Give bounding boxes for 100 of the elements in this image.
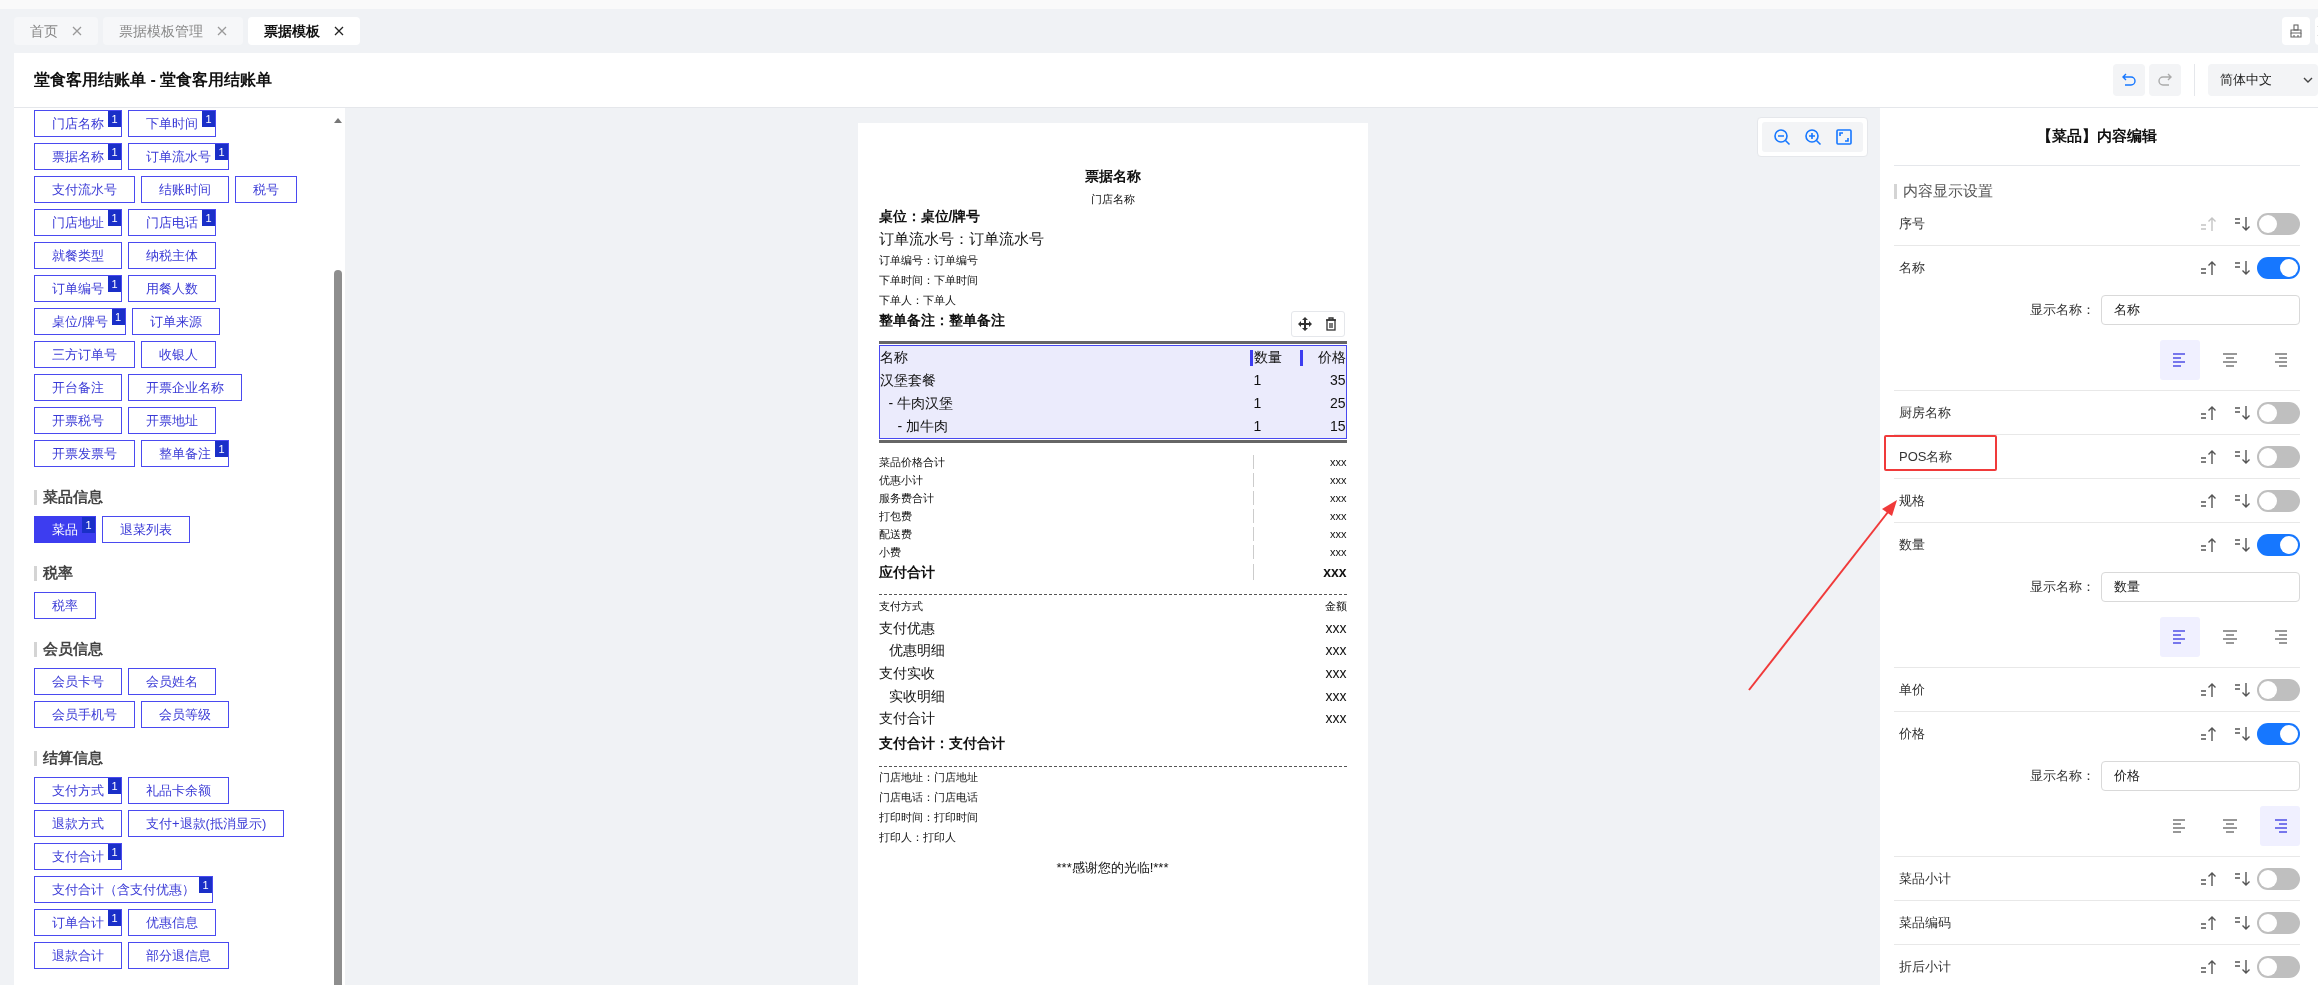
tag-button[interactable]: 退款方式 bbox=[34, 810, 122, 837]
tag-button[interactable]: 票据名称 1 bbox=[34, 143, 122, 170]
toggle-switch[interactable] bbox=[2257, 911, 2300, 934]
toggle-switch[interactable] bbox=[2257, 533, 2300, 556]
tab[interactable]: 首页 bbox=[14, 17, 98, 45]
tag-button[interactable]: 开票发票号 bbox=[34, 440, 135, 467]
tag-button[interactable]: 支付+退款(抵消显示) bbox=[128, 810, 285, 837]
receipt-line: 打印人：打印人 bbox=[878, 829, 957, 845]
toggle-switch[interactable] bbox=[2257, 722, 2300, 745]
align-left-button[interactable] bbox=[2160, 340, 2200, 380]
toggle-switch[interactable] bbox=[2257, 445, 2300, 468]
receipt-line: 订单流水号：订单流水号 bbox=[878, 229, 1044, 249]
summary-label: 应付合计 bbox=[878, 562, 936, 582]
display-name-field[interactable]: 价格 bbox=[2101, 761, 2300, 791]
field-label: 序号 bbox=[1899, 214, 1925, 233]
move-icon[interactable] bbox=[1298, 317, 1312, 331]
tag-button[interactable]: 退款合计 bbox=[34, 942, 122, 969]
payment-label: 支付优惠 bbox=[878, 618, 935, 638]
column-handle[interactable] bbox=[1299, 349, 1303, 366]
display-name-field[interactable]: 数量 bbox=[2101, 572, 2300, 602]
tag-button[interactable]: 会员等级 bbox=[141, 701, 229, 728]
tag-button[interactable]: 支付流水号 bbox=[34, 176, 135, 203]
display-name-field[interactable]: 名称 bbox=[2101, 295, 2300, 325]
scroll-up-icon[interactable] bbox=[334, 118, 342, 123]
field-label: 厨房名称 bbox=[1899, 403, 1951, 422]
field-label: 单价 bbox=[1899, 680, 1925, 699]
tag-button[interactable]: 三方订单号 bbox=[34, 341, 135, 368]
tag-button[interactable]: 税率 bbox=[34, 592, 96, 619]
tag-button[interactable]: 订单流水号 1 bbox=[128, 143, 229, 170]
group-title: 菜品信息 bbox=[43, 486, 103, 507]
tag-button[interactable]: 部分退信息 bbox=[128, 942, 229, 969]
tag-button[interactable]: 支付合计（含支付优惠） 1 bbox=[34, 876, 213, 903]
tag-button[interactable]: 会员手机号 bbox=[34, 701, 135, 728]
close-icon[interactable] bbox=[334, 26, 344, 36]
tag-button[interactable]: 菜品 1 bbox=[34, 516, 96, 543]
tag-button[interactable]: 优惠信息 bbox=[128, 909, 216, 936]
toggle-switch[interactable] bbox=[2257, 678, 2300, 701]
tag-button[interactable]: 开票税号 bbox=[34, 407, 122, 434]
tag-button[interactable]: 结账时间 bbox=[141, 176, 229, 203]
zoom-out-icon[interactable] bbox=[1772, 128, 1791, 146]
count-badge: 1 bbox=[108, 144, 121, 160]
scrollbar-thumb[interactable] bbox=[334, 270, 342, 985]
tag-button[interactable]: 订单来源 bbox=[131, 308, 220, 335]
tag-button[interactable]: 用餐人数 bbox=[128, 275, 216, 302]
count-badge: 1 bbox=[215, 441, 228, 457]
tag-button[interactable]: 支付合计 1 bbox=[34, 843, 122, 870]
align-left-button[interactable] bbox=[2160, 617, 2200, 657]
toggle-switch[interactable] bbox=[2257, 867, 2300, 890]
tag-button[interactable]: 订单编号 1 bbox=[34, 275, 122, 302]
summary-value: xxx bbox=[1330, 508, 1347, 524]
tag-button[interactable]: 就餐类型 bbox=[34, 242, 122, 269]
tag-button[interactable]: 纳税主体 bbox=[128, 242, 216, 269]
receipt-line: 下单人：下单人 bbox=[878, 293, 956, 308]
tag-button[interactable]: 门店电话 1 bbox=[128, 209, 216, 236]
zoom-in-icon[interactable] bbox=[1803, 128, 1822, 146]
tag-button[interactable]: 门店名称 1 bbox=[34, 110, 122, 137]
group-title: 结算信息 bbox=[43, 747, 103, 768]
tab[interactable]: 票据模板 bbox=[248, 17, 360, 45]
tag-button[interactable]: 桌位/牌号 1 bbox=[34, 308, 126, 335]
summary-label: 优惠小计 bbox=[878, 472, 924, 488]
column-header: 价格 bbox=[1317, 348, 1346, 367]
toggle-switch[interactable] bbox=[2257, 212, 2300, 235]
tag-button[interactable]: 会员卡号 bbox=[34, 668, 122, 695]
count-badge: 1 bbox=[108, 910, 121, 926]
column-header: 名称 bbox=[879, 348, 909, 367]
tag-button[interactable]: 订单合计 1 bbox=[34, 909, 122, 936]
tag-button[interactable]: 支付方式 1 bbox=[34, 777, 122, 804]
toggle-switch[interactable] bbox=[2257, 489, 2300, 512]
tag-button[interactable]: 开票地址 bbox=[128, 407, 216, 434]
field-label: 显示名称： bbox=[2030, 767, 2095, 786]
tag-button[interactable]: 门店地址 1 bbox=[34, 209, 122, 236]
dish-table[interactable]: 名称 数量 价格 汉堡套餐 1 35 - 牛肉汉堡 1 25 - 加牛肉 1 15 bbox=[878, 345, 1347, 439]
summary-value: xxx bbox=[1330, 526, 1347, 542]
tag-button[interactable]: 税号 bbox=[235, 176, 297, 203]
undo-button[interactable] bbox=[2113, 64, 2145, 96]
tag-button[interactable]: 开台备注 bbox=[34, 374, 122, 401]
align-center-icon bbox=[2220, 350, 2240, 370]
tag-button[interactable]: 退菜列表 bbox=[102, 516, 190, 543]
tag-button[interactable]: 会员姓名 bbox=[128, 668, 216, 695]
delete-icon[interactable] bbox=[1325, 317, 1337, 331]
tag-button[interactable]: 收银人 bbox=[141, 341, 216, 368]
toggle-switch[interactable] bbox=[2257, 256, 2300, 279]
tag-button[interactable]: 开票企业名称 bbox=[128, 374, 242, 401]
toggle-switch[interactable] bbox=[2257, 401, 2300, 424]
summary-label: 配送费 bbox=[878, 526, 913, 542]
field-label: 菜品编码 bbox=[1899, 913, 1951, 932]
summary-value: xxx bbox=[1323, 562, 1347, 582]
fit-screen-icon[interactable] bbox=[1834, 128, 1853, 146]
align-right-button[interactable] bbox=[2260, 806, 2300, 846]
count-badge: 1 bbox=[108, 844, 121, 860]
tag-button[interactable]: 整单备注 1 bbox=[141, 440, 229, 467]
undo-icon bbox=[2121, 72, 2137, 88]
tag-button[interactable]: 礼品卡余额 bbox=[128, 777, 229, 804]
language-select[interactable]: 简体中文 bbox=[2208, 64, 2318, 96]
brush-button[interactable] bbox=[2282, 17, 2310, 45]
payment-header: 支付方式 bbox=[878, 598, 923, 614]
column-handle[interactable] bbox=[1249, 349, 1253, 366]
tag-button[interactable]: 下单时间 1 bbox=[128, 110, 216, 137]
brush-icon bbox=[2289, 24, 2303, 38]
toggle-switch[interactable] bbox=[2257, 955, 2300, 978]
